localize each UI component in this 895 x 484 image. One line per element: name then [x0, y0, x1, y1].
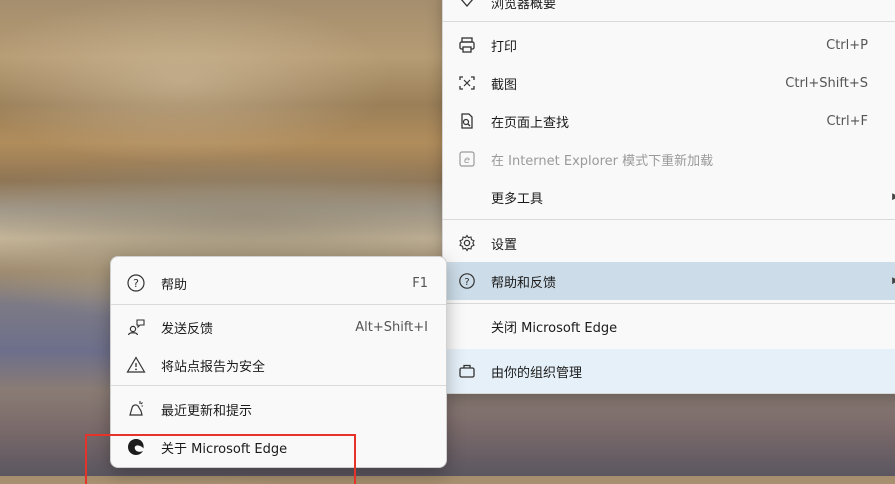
submenu-item-send-feedback[interactable]: 发送反馈 Alt+Shift+I: [111, 308, 446, 346]
menu-item-print[interactable]: 打印 Ctrl+P: [443, 26, 895, 64]
internet-explorer-icon: e: [457, 149, 477, 169]
menu-separator: [443, 21, 895, 22]
menu-separator: [111, 304, 446, 305]
menu-item-close-edge[interactable]: 关闭 Microsoft Edge: [443, 307, 895, 345]
question-circle-icon: ?: [457, 271, 477, 291]
feedback-icon: [125, 316, 147, 338]
printer-icon: [457, 35, 477, 55]
menu-item-ie-mode: e 在 Internet Explorer 模式下重新加载: [443, 140, 895, 178]
menu-item-more-tools[interactable]: 更多工具 ▶: [443, 178, 895, 216]
gear-icon: [457, 233, 477, 253]
bell-sparkle-icon: [125, 398, 147, 420]
screenshot-icon: [457, 73, 477, 93]
svg-text:?: ?: [464, 277, 469, 288]
submenu-item-whats-new[interactable]: 最近更新和提示: [111, 390, 446, 428]
menu-item-settings[interactable]: 设置: [443, 224, 895, 262]
menu-separator: [443, 303, 895, 304]
menu-separator: [443, 219, 895, 220]
menu-item-help-and-feedback[interactable]: ? 帮助和反馈 ▶: [443, 262, 895, 300]
briefcase-icon: [457, 361, 477, 381]
submenu-item-help[interactable]: ? 帮助 F1: [111, 264, 446, 302]
find-page-icon: [457, 111, 477, 131]
svg-text:?: ?: [133, 277, 139, 290]
menu-item-find-on-page[interactable]: 在页面上查找 Ctrl+F: [443, 102, 895, 140]
menu-item-browser-essentials[interactable]: 浏览器概要: [443, 0, 895, 21]
submenu-item-report-safe[interactable]: 将站点报告为安全: [111, 346, 446, 384]
menu-item-screenshot[interactable]: 截图 Ctrl+Shift+S: [443, 64, 895, 102]
edge-settings-menu: 浏览器概要 打印 Ctrl+P 截图 Ctrl+Shift+S 在页面上查找 C…: [442, 0, 895, 394]
menu-separator: [111, 385, 446, 386]
question-circle-icon: ?: [125, 272, 147, 294]
warning-triangle-icon: [125, 354, 147, 376]
heart-shield-icon: [457, 0, 477, 12]
highlight-annotation-box: [85, 434, 356, 484]
svg-text:e: e: [464, 155, 470, 166]
menu-item-managed-by-org[interactable]: 由你的组织管理: [443, 349, 895, 393]
